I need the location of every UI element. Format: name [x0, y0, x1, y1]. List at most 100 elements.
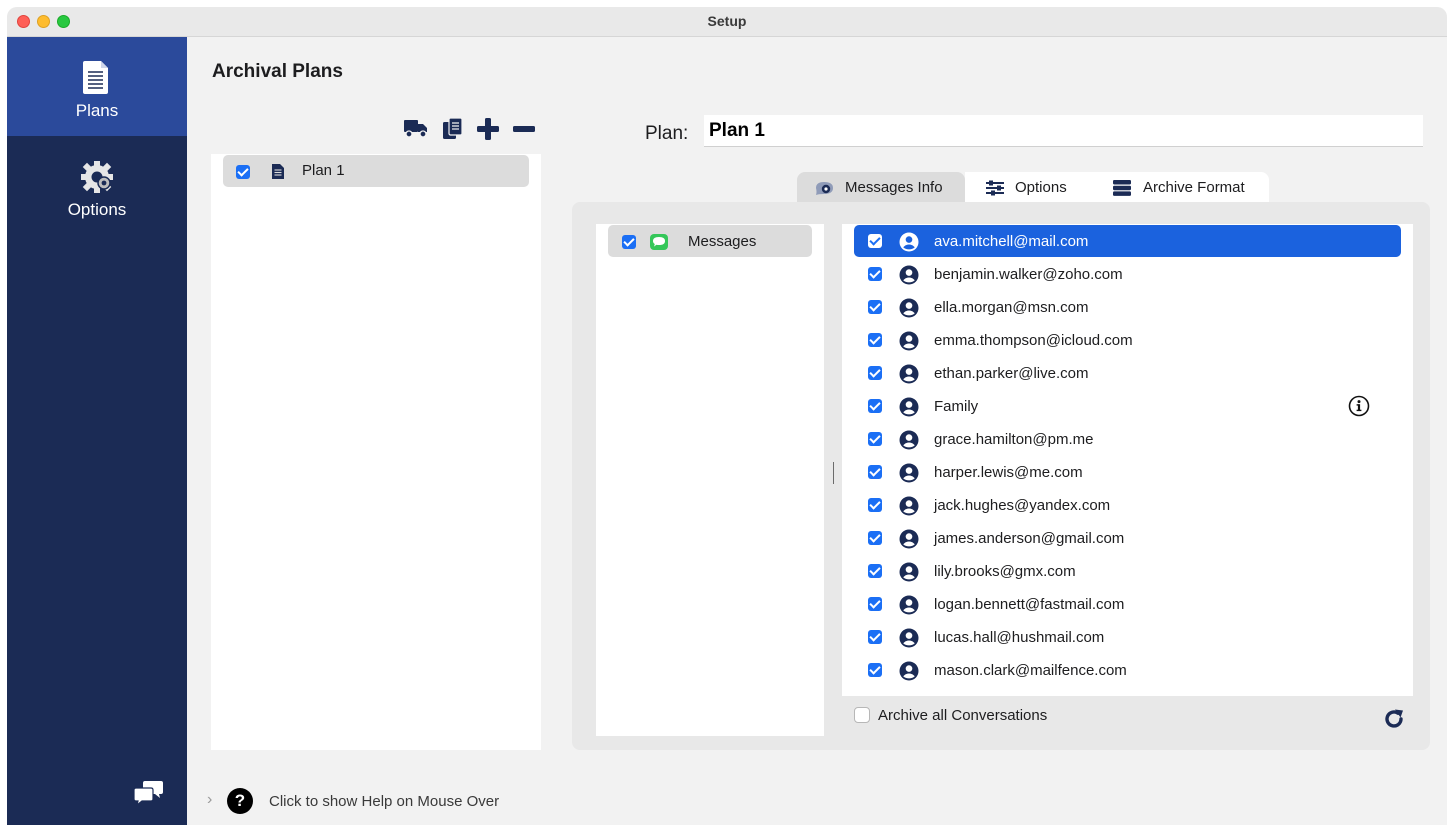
- help-icon[interactable]: ?: [227, 788, 253, 814]
- messages-app-icon: [650, 234, 668, 255]
- person-icon: [899, 463, 919, 488]
- contact-checkbox[interactable]: [868, 267, 882, 281]
- contact-row[interactable]: ava.mitchell@mail.com: [854, 225, 1401, 257]
- contact-name: harper.lewis@me.com: [934, 464, 1083, 481]
- contact-checkbox[interactable]: [868, 333, 882, 347]
- contact-row[interactable]: lily.brooks@gmx.com: [854, 555, 1401, 587]
- contact-name: emma.thompson@icloud.com: [934, 332, 1133, 349]
- sources-list: Messages: [596, 224, 824, 736]
- contact-checkbox[interactable]: [868, 630, 882, 644]
- person-icon: [899, 298, 919, 323]
- contact-name: ava.mitchell@mail.com: [934, 233, 1089, 250]
- contact-checkbox[interactable]: [868, 465, 882, 479]
- pane-splitter[interactable]: [833, 462, 834, 484]
- tab-options[interactable]: Options: [965, 172, 1095, 202]
- plans-list: Plan 1: [211, 154, 541, 750]
- contact-checkbox[interactable]: [868, 564, 882, 578]
- messages-info-icon: [815, 181, 835, 199]
- source-name: Messages: [688, 233, 757, 250]
- window-title: Setup: [707, 13, 747, 29]
- source-row[interactable]: Messages: [608, 225, 812, 257]
- tab-archive-format[interactable]: Archive Format: [1095, 172, 1269, 202]
- contact-checkbox[interactable]: [868, 432, 882, 446]
- contact-checkbox[interactable]: [868, 366, 882, 380]
- person-icon: [899, 331, 919, 356]
- title-bar: Setup: [7, 7, 1447, 37]
- contact-name: ethan.parker@live.com: [934, 365, 1089, 382]
- person-icon: [899, 364, 919, 389]
- contact-row[interactable]: logan.bennett@fastmail.com: [854, 588, 1401, 620]
- contact-name: logan.bennett@fastmail.com: [934, 596, 1125, 613]
- page-title: Archival Plans: [212, 61, 343, 82]
- contact-row[interactable]: ethan.parker@live.com: [854, 357, 1401, 389]
- help-text[interactable]: Click to show Help on Mouse Over: [269, 793, 499, 810]
- archive-stack-icon: [1113, 180, 1131, 200]
- sidebar-item-label: Options: [67, 200, 127, 219]
- contact-name: Family: [934, 398, 979, 415]
- contact-checkbox[interactable]: [868, 498, 882, 512]
- contact-checkbox[interactable]: [868, 663, 882, 677]
- contact-name: lucas.hall@hushmail.com: [934, 629, 1105, 646]
- person-icon: [899, 430, 919, 455]
- messages-info-panel: Messages ava.mitchell@mail.com benjamin.w…: [572, 202, 1430, 750]
- duplicate-icon[interactable]: [441, 117, 465, 146]
- contact-checkbox[interactable]: [868, 597, 882, 611]
- chevron-right-icon[interactable]: ›: [207, 791, 212, 809]
- contact-checkbox[interactable]: [868, 531, 882, 545]
- person-icon: [899, 529, 919, 554]
- source-checkbox[interactable]: [622, 235, 636, 249]
- contact-row[interactable]: lucas.hall@hushmail.com: [854, 621, 1401, 653]
- contact-row[interactable]: grace.hamilton@pm.me: [854, 423, 1401, 455]
- contact-row[interactable]: benjamin.walker@zoho.com: [854, 258, 1401, 290]
- refresh-icon[interactable]: [1382, 707, 1406, 736]
- contact-row[interactable]: Family: [854, 390, 1401, 422]
- sidebar-item-options[interactable]: Options: [7, 136, 187, 235]
- contact-row[interactable]: ella.morgan@msn.com: [854, 291, 1401, 323]
- contact-name: mason.clark@mailfence.com: [934, 662, 1127, 679]
- tab-messages-info[interactable]: Messages Info: [797, 172, 965, 202]
- person-icon: [899, 628, 919, 653]
- document-icon: [79, 59, 113, 100]
- contacts-list: ava.mitchell@mail.com benjamin.walker@zoh…: [842, 224, 1413, 696]
- contact-name: benjamin.walker@zoho.com: [934, 266, 1123, 283]
- contact-row[interactable]: emma.thompson@icloud.com: [854, 324, 1401, 356]
- add-icon[interactable]: [476, 117, 500, 146]
- contact-row[interactable]: jack.hughes@yandex.com: [854, 489, 1401, 521]
- plan-name: Plan 1: [302, 162, 345, 179]
- main-area: Archival Plans Plan 1 Plan: Plan 1 Messa…: [187, 37, 1447, 825]
- contact-row[interactable]: mason.clark@mailfence.com: [854, 654, 1401, 686]
- contact-name: lily.brooks@gmx.com: [934, 563, 1076, 580]
- contact-name: ella.morgan@msn.com: [934, 299, 1089, 316]
- contact-name: grace.hamilton@pm.me: [934, 431, 1094, 448]
- contact-row[interactable]: james.anderson@gmail.com: [854, 522, 1401, 554]
- contact-name: jack.hughes@yandex.com: [934, 497, 1111, 514]
- tab-label: Messages Info: [845, 179, 943, 196]
- plan-row[interactable]: Plan 1: [223, 155, 529, 187]
- contact-checkbox[interactable]: [868, 399, 882, 413]
- contact-row[interactable]: harper.lewis@me.com: [854, 456, 1401, 488]
- tab-label: Archive Format: [1143, 179, 1245, 196]
- archive-all-label: Archive all Conversations: [878, 707, 1048, 724]
- chat-bubbles-icon[interactable]: [133, 779, 165, 812]
- info-icon[interactable]: [1348, 395, 1370, 422]
- plan-name-input[interactable]: [704, 115, 1423, 147]
- archive-all-checkbox[interactable]: [854, 707, 870, 723]
- person-icon: [899, 232, 919, 257]
- tab-label: Options: [1015, 179, 1067, 196]
- sidebar: Plans Options: [7, 37, 187, 825]
- person-icon: [899, 661, 919, 686]
- person-icon: [899, 496, 919, 521]
- sidebar-item-plans[interactable]: Plans: [7, 37, 187, 136]
- truck-icon[interactable]: [403, 117, 429, 144]
- plan-checkbox[interactable]: [236, 165, 250, 179]
- contact-checkbox[interactable]: [868, 300, 882, 314]
- contact-checkbox[interactable]: [868, 234, 882, 248]
- remove-icon[interactable]: [512, 117, 536, 146]
- gear-icon: [77, 158, 117, 201]
- app-window: Setup Plans Options Archival Plans Plan …: [7, 7, 1447, 825]
- sidebar-item-label: Plans: [75, 101, 119, 120]
- person-icon: [899, 595, 919, 620]
- document-icon: [271, 163, 285, 185]
- person-icon: [899, 562, 919, 587]
- sliders-icon: [985, 180, 1005, 200]
